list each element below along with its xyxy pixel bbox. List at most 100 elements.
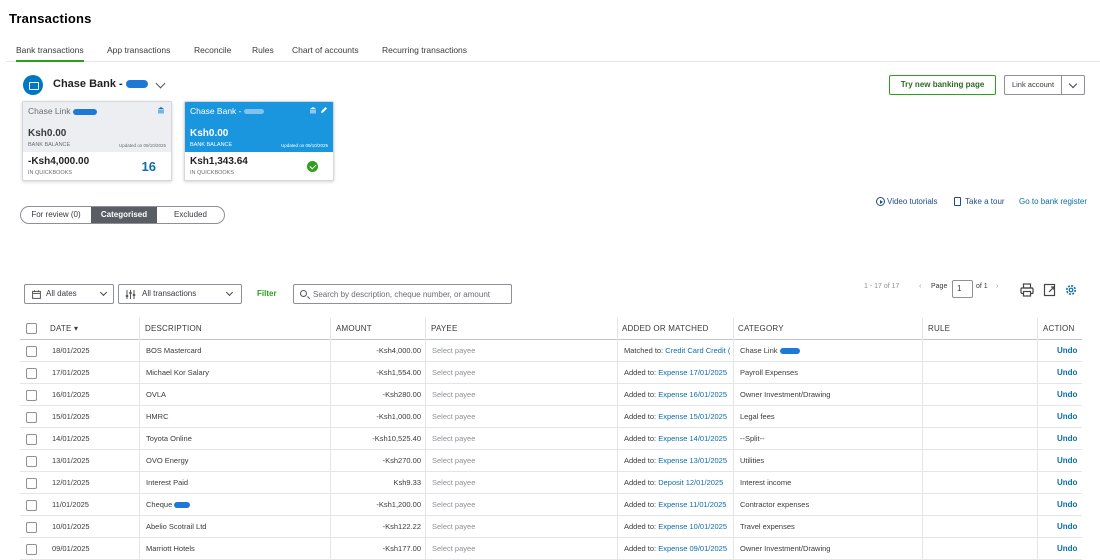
matched-transaction-link[interactable]: Credit Card Credit (	[665, 346, 730, 355]
table-row[interactable]: 15/01/2025 HMRC -Ksh1,000.00 Select payee Ad…	[20, 406, 1082, 428]
payee-select[interactable]: Select payee	[432, 340, 612, 362]
column-header-amount[interactable]: AMOUNT	[336, 318, 372, 339]
tab-rules[interactable]: Rules	[252, 45, 274, 55]
row-checkbox[interactable]	[26, 522, 37, 533]
row-checkbox[interactable]	[26, 544, 37, 555]
undo-button[interactable]: Undo	[1057, 362, 1081, 384]
row-checkbox[interactable]	[26, 478, 37, 489]
pencil-icon[interactable]	[320, 106, 328, 114]
chevron-down-icon[interactable]	[155, 78, 166, 89]
link-account-button[interactable]: Link account	[1004, 75, 1062, 95]
video-tutorials-link[interactable]: Video tutorials	[876, 197, 938, 206]
search-input[interactable]	[313, 285, 509, 303]
gear-icon[interactable]	[1064, 283, 1078, 297]
export-icon[interactable]	[1043, 283, 1057, 297]
take-a-tour-link[interactable]: Take a tour	[954, 197, 1005, 206]
amount-cell: -Ksh1,554.00	[376, 368, 421, 377]
quickbooks-balance: Ksh1,343.64	[190, 156, 248, 167]
description-cell: BOS Mastercard	[146, 346, 202, 355]
matched-transaction-link[interactable]: Expense 16/01/2025	[658, 390, 727, 399]
matched-transaction-link[interactable]: Expense 17/01/2025	[658, 368, 727, 377]
table-row[interactable]: 14/01/2025 Toyota Online -Ksh10,525.40 Sele…	[20, 428, 1082, 450]
tab-for-review[interactable]: For review (0)	[21, 207, 91, 223]
matched-transaction-link[interactable]: Deposit 12/01/2025	[658, 478, 723, 487]
account-card-chase-link[interactable]: Chase Link Ksh0.00 BANK BALANCE Updated …	[22, 101, 172, 181]
search-icon	[300, 290, 307, 297]
account-card-chase-bank[interactable]: Chase Bank - Ksh0.00 BANK BALANCE Update…	[184, 101, 334, 181]
category-cell: Travel expenses	[740, 522, 795, 531]
table-row[interactable]: 11/01/2025 Cheque -Ksh1,200.00 Select payee…	[20, 494, 1082, 516]
table-row[interactable]: 10/01/2025 Abelio Scotrail Ltd -Ksh122.22 S…	[20, 516, 1082, 538]
added-or-matched-cell: Added to: Deposit 12/01/2025	[624, 478, 724, 487]
table-row[interactable]: 12/01/2025 Interest Paid Ksh9.33 Select pay…	[20, 472, 1082, 494]
print-icon[interactable]	[1020, 283, 1034, 297]
next-page-icon[interactable]: ›	[996, 283, 998, 290]
undo-button[interactable]: Undo	[1057, 406, 1081, 428]
amount-cell: Ksh9.33	[393, 478, 421, 487]
tab-reconcile[interactable]: Reconcile	[194, 45, 231, 55]
check-circle-icon	[307, 161, 318, 172]
play-icon	[876, 197, 885, 206]
undo-button[interactable]: Undo	[1057, 472, 1081, 494]
row-checkbox[interactable]	[26, 368, 37, 379]
description-cell: Toyota Online	[146, 434, 192, 443]
row-checkbox[interactable]	[26, 500, 37, 511]
undo-button[interactable]: Undo	[1057, 428, 1081, 450]
undo-button[interactable]: Undo	[1057, 384, 1081, 406]
page-number-input[interactable]: 1	[952, 280, 973, 298]
payee-select[interactable]: Select payee	[432, 384, 612, 406]
column-header-date[interactable]: DATE ▾	[50, 318, 78, 339]
matched-transaction-link[interactable]: Expense 10/01/2025	[658, 522, 727, 531]
payee-select[interactable]: Select payee	[432, 516, 612, 538]
matched-transaction-link[interactable]: Expense 14/01/2025	[658, 434, 727, 443]
rule-cell	[929, 428, 1029, 450]
table-row[interactable]: 18/01/2025 BOS Mastercard -Ksh4,000.00 Sele…	[20, 340, 1082, 362]
tab-excluded[interactable]: Excluded	[157, 207, 224, 223]
added-or-matched-cell: Matched to: Credit Card Credit (	[624, 346, 731, 355]
account-selector[interactable]: Chase Bank -	[53, 78, 148, 90]
column-header-description[interactable]: DESCRIPTION	[145, 318, 202, 339]
table-row[interactable]: 16/01/2025 OVLA -Ksh280.00 Select payee Adde…	[20, 384, 1082, 406]
undo-button[interactable]: Undo	[1057, 538, 1081, 560]
matched-transaction-link[interactable]: Expense 09/01/2025	[658, 544, 727, 553]
table-row[interactable]: 17/01/2025 Michael Kor Salary -Ksh1,554.00…	[20, 362, 1082, 384]
payee-select[interactable]: Select payee	[432, 406, 612, 428]
row-checkbox[interactable]	[26, 412, 37, 423]
select-all-checkbox[interactable]	[26, 323, 37, 334]
filter-button[interactable]: Filter	[257, 289, 277, 298]
undo-button[interactable]: Undo	[1057, 450, 1081, 472]
amount-cell: -Ksh10,525.40	[372, 434, 421, 443]
tab-app-transactions[interactable]: App transactions	[107, 45, 170, 55]
link-account-dropdown[interactable]	[1062, 75, 1085, 95]
date-cell: 13/01/2025	[52, 456, 90, 465]
payee-select[interactable]: Select payee	[432, 450, 612, 472]
transaction-type-dropdown[interactable]: All transactions	[118, 284, 242, 304]
matched-transaction-link[interactable]: Expense 11/01/2025	[658, 500, 726, 509]
table-row[interactable]: 09/01/2025 Marriott Hotels -Ksh177.00 Selec…	[20, 538, 1082, 560]
matched-transaction-link[interactable]: Expense 15/01/2025	[658, 412, 727, 421]
row-checkbox[interactable]	[26, 346, 37, 357]
payee-select[interactable]: Select payee	[432, 362, 612, 384]
try-new-banking-page-button[interactable]: Try new banking page	[889, 75, 996, 95]
go-to-bank-register-link[interactable]: Go to bank register	[1019, 197, 1087, 206]
payee-select[interactable]: Select payee	[432, 428, 612, 450]
payee-select[interactable]: Select payee	[432, 494, 612, 516]
tab-bank-transactions[interactable]: Bank transactions	[16, 45, 84, 62]
tab-chart-of-accounts[interactable]: Chart of accounts	[292, 45, 359, 55]
payee-select[interactable]: Select payee	[432, 472, 612, 494]
table-row[interactable]: 13/01/2025 OVO Energy -Ksh270.00 Select pay…	[20, 450, 1082, 472]
tab-categorised[interactable]: Categorised	[91, 207, 157, 223]
amount-cell: -Ksh177.00	[382, 544, 421, 553]
undo-button[interactable]: Undo	[1057, 340, 1081, 362]
date-filter-dropdown[interactable]: All dates	[24, 284, 114, 304]
matched-transaction-link[interactable]: Expense 13/01/2025	[658, 456, 727, 465]
row-checkbox[interactable]	[26, 456, 37, 467]
payee-select[interactable]: Select payee	[432, 538, 612, 560]
column-header-category: CATEGORY	[738, 324, 784, 333]
undo-button[interactable]: Undo	[1057, 494, 1081, 516]
row-checkbox[interactable]	[26, 434, 37, 445]
prev-page-icon[interactable]: ‹	[919, 283, 921, 290]
undo-button[interactable]: Undo	[1057, 516, 1081, 538]
row-checkbox[interactable]	[26, 390, 37, 401]
tab-recurring-transactions[interactable]: Recurring transactions	[382, 45, 467, 55]
